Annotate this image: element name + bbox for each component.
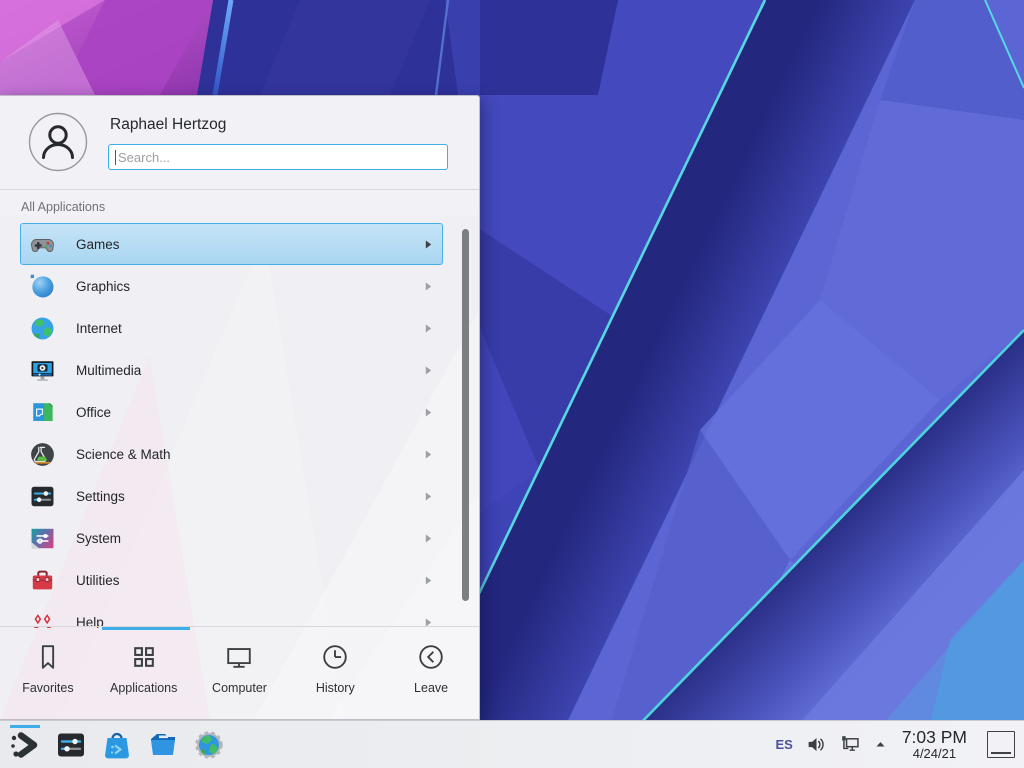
- category-label: Science & Math: [76, 447, 171, 462]
- tab-leave[interactable]: Leave: [383, 642, 479, 695]
- category-utilities[interactable]: Utilities: [20, 559, 443, 601]
- category-label: Graphics: [76, 279, 130, 294]
- chevron-right-icon: [424, 281, 433, 292]
- chevron-right-icon: [424, 575, 433, 586]
- chevron-right-icon: [424, 533, 433, 544]
- applications-icon: [129, 642, 159, 672]
- tab-favorites[interactable]: Favorites: [0, 642, 96, 695]
- category-settings[interactable]: Settings: [20, 475, 443, 517]
- multimedia-icon: [29, 357, 56, 384]
- category-system[interactable]: System: [20, 517, 443, 559]
- category-list: Games Graphics Internet Multimedia Office Sci…: [0, 223, 479, 628]
- category-label: Utilities: [76, 573, 120, 588]
- dolphin-icon: [147, 729, 179, 761]
- chevron-right-icon: [424, 449, 433, 460]
- category-internet[interactable]: Internet: [20, 307, 443, 349]
- category-office[interactable]: Office: [20, 391, 443, 433]
- category-label: Internet: [76, 321, 122, 336]
- section-label: All Applications: [21, 200, 105, 214]
- category-label: Multimedia: [76, 363, 141, 378]
- launcher-tabbar: Favorites Applications Computer History Leav…: [0, 626, 479, 719]
- tab-applications[interactable]: Applications: [96, 642, 192, 695]
- chevron-right-icon: [424, 323, 433, 334]
- chevron-right-icon: [424, 491, 433, 502]
- keyboard-layout-indicator[interactable]: ES: [775, 737, 792, 752]
- system-icon: [29, 525, 56, 552]
- launcher-header: Raphael Hertzog: [0, 96, 479, 190]
- application-launcher-menu: Raphael Hertzog All Applications Games Gr…: [0, 95, 480, 720]
- tab-label: Favorites: [22, 681, 73, 695]
- category-label: Settings: [76, 489, 125, 504]
- kickoff-icon: [9, 729, 41, 761]
- search-box: [108, 144, 448, 170]
- desktop: Raphael Hertzog All Applications Games Gr…: [0, 0, 1024, 768]
- tab-label: History: [316, 681, 355, 695]
- show-desktop-glyph: [991, 752, 1011, 754]
- taskbar-web-browser[interactable]: [192, 723, 226, 767]
- internet-icon: [29, 315, 56, 342]
- discover-icon: [101, 729, 133, 761]
- leave-icon: [416, 642, 446, 672]
- taskbar-file-manager[interactable]: [146, 723, 180, 767]
- computer-icon: [224, 642, 254, 672]
- person-icon: [28, 112, 88, 172]
- systemsettings-icon: [55, 729, 87, 761]
- category-label: Office: [76, 405, 111, 420]
- settings-icon: [29, 483, 56, 510]
- search-input[interactable]: [116, 150, 447, 165]
- taskbar: ES 7:03 PM 4/24/21: [0, 720, 1024, 768]
- active-tab-indicator: [102, 627, 190, 630]
- favorites-icon: [33, 642, 63, 672]
- browser-icon: [193, 729, 225, 761]
- category-label: System: [76, 531, 121, 546]
- category-graphics[interactable]: Graphics: [20, 265, 443, 307]
- taskbar-app-area: [0, 721, 226, 768]
- science-icon: [29, 441, 56, 468]
- category-science-math[interactable]: Science & Math: [20, 433, 443, 475]
- system-tray: ES 7:03 PM 4/24/21: [775, 728, 1024, 761]
- expand-tray-icon[interactable]: [874, 738, 887, 751]
- category-multimedia[interactable]: Multimedia: [20, 349, 443, 391]
- category-games[interactable]: Games: [20, 223, 443, 265]
- office-icon: [29, 399, 56, 426]
- digital-clock[interactable]: 7:03 PM 4/24/21: [902, 728, 967, 761]
- list-scrollbar[interactable]: [462, 229, 469, 601]
- user-name: Raphael Hertzog: [110, 116, 226, 134]
- clock-time: 7:03 PM: [902, 728, 967, 747]
- games-icon: [29, 231, 56, 258]
- category-help[interactable]: Help: [20, 601, 443, 628]
- graphics-icon: [29, 273, 56, 300]
- tab-label: Applications: [110, 681, 177, 695]
- taskbar-discover[interactable]: [100, 723, 134, 767]
- taskbar-app-launcher[interactable]: [8, 723, 42, 767]
- show-desktop-button[interactable]: [987, 731, 1015, 758]
- chevron-right-icon: [424, 365, 433, 376]
- taskbar-system-settings[interactable]: [54, 723, 88, 767]
- tab-label: Leave: [414, 681, 448, 695]
- category-label: Games: [76, 237, 120, 252]
- utilities-icon: [29, 567, 56, 594]
- tab-history[interactable]: History: [287, 642, 383, 695]
- volume-icon[interactable]: [806, 734, 827, 755]
- chevron-right-dark-icon: [424, 239, 433, 250]
- history-icon: [320, 642, 350, 672]
- tab-computer[interactable]: Computer: [192, 642, 288, 695]
- user-avatar[interactable]: [28, 112, 88, 172]
- tab-label: Computer: [212, 681, 267, 695]
- chevron-right-icon: [424, 407, 433, 418]
- network-icon[interactable]: [840, 734, 861, 755]
- clock-date: 4/24/21: [902, 747, 967, 761]
